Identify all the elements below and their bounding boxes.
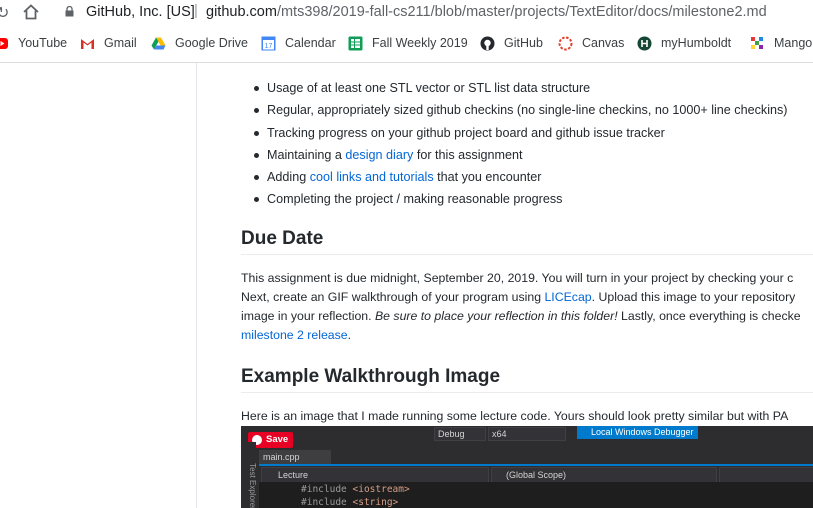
home-icon[interactable] [22,3,40,21]
requirements-list: Usage of at least one STL vector or STL … [241,77,813,211]
lock-icon[interactable] [65,6,74,17]
bookmark-canvas[interactable]: Canvas [582,36,624,50]
debugger-label: Local Windows Debugger [591,427,694,437]
list-item: Tracking progress on your github project… [254,122,813,144]
list-item: Completing the project / making reasonab… [254,188,813,210]
list-item: Usage of at least one STL vector or STL … [254,77,813,99]
list-item: Adding cool links and tutorials that you… [254,166,813,188]
sheets-icon [348,36,363,51]
scope-combo: (Global Scope) [491,467,717,483]
due-date-line-3: image in your reflection. Be sure to pla… [241,309,801,323]
heading-rule [241,392,813,393]
vs-toolbar: Debug x64 Local Windows Debugger [241,426,813,442]
config-dropdown: Debug [434,427,486,441]
heading-rule [241,254,813,255]
reload-icon[interactable]: ↻ [0,3,9,23]
url-domain: github.com [206,4,277,20]
milestone-release-link[interactable]: milestone 2 release [241,328,348,342]
gmail-icon [81,39,94,49]
google-drive-icon [151,37,166,50]
bookmark-google-drive[interactable]: Google Drive [175,36,248,50]
address-bar: ↻ GitHub, Inc. [US] | github.com/mts398/… [0,0,813,26]
bookmark-myhumboldt[interactable]: myHumboldt [661,36,731,50]
test-explorer-panel: Test Explorer [241,442,257,508]
due-date-line-2: Next, create an GIF walkthrough of your … [241,290,796,304]
github-icon [480,36,495,51]
due-date-heading: Due Date [241,228,324,249]
code-line: #include <string> [301,497,399,508]
design-diary-link[interactable]: design diary [345,148,413,162]
code-line: #include <iostream> [301,484,410,495]
member-combo [719,467,813,483]
platform-dropdown: x64 [488,427,566,441]
bookmark-calendar[interactable]: Calendar [285,36,336,50]
start-debugger-button: Local Windows Debugger [577,426,698,439]
walkthrough-image[interactable]: Debug x64 Local Windows Debugger Save Te… [241,426,813,508]
walkthrough-heading: Example Walkthrough Image [241,366,501,387]
list-item: Maintaining a design diary for this assi… [254,144,813,166]
tab-main-cpp: main.cpp [259,450,331,464]
walkthrough-line-1: Here is an image that I made running som… [241,409,789,423]
bookmark-github[interactable]: GitHub [504,36,543,50]
youtube-icon [0,38,8,49]
left-pane [0,63,197,508]
bookmark-mango[interactable]: Mango [774,36,812,50]
cool-links-link[interactable]: cool links and tutorials [310,170,434,184]
svg-text:17: 17 [265,43,273,50]
address-separator: | [194,2,198,19]
project-combo: Lecture [261,467,489,483]
tab-underline [259,464,813,466]
url-path: /mts398/2019-fall-cs211/blob/master/proj… [276,4,767,20]
due-date-line-1: This assignment is due midnight, Septemb… [241,271,794,285]
canvas-icon [558,36,573,51]
url-field[interactable]: github.com/mts398/2019-fall-cs211/blob/m… [206,4,767,20]
list-item: Regular, appropriately sized github chec… [254,99,813,121]
licecap-link[interactable]: LICEcap [544,290,591,304]
bookmark-gmail[interactable]: Gmail [104,36,137,50]
bookmarks-bar: YouTube Gmail Google Drive 17 Calendar F… [0,31,813,57]
due-date-line-4: milestone 2 release. [241,328,352,342]
code-editor: #include <iostream> #include <string> [259,482,813,508]
bookmark-youtube[interactable]: YouTube [18,36,67,50]
site-identity[interactable]: GitHub, Inc. [US] [86,4,195,20]
humboldt-icon [637,36,652,51]
calendar-icon: 17 [261,36,276,51]
mango-icon [751,37,763,49]
bookmark-fall-weekly[interactable]: Fall Weekly 2019 [372,36,468,50]
